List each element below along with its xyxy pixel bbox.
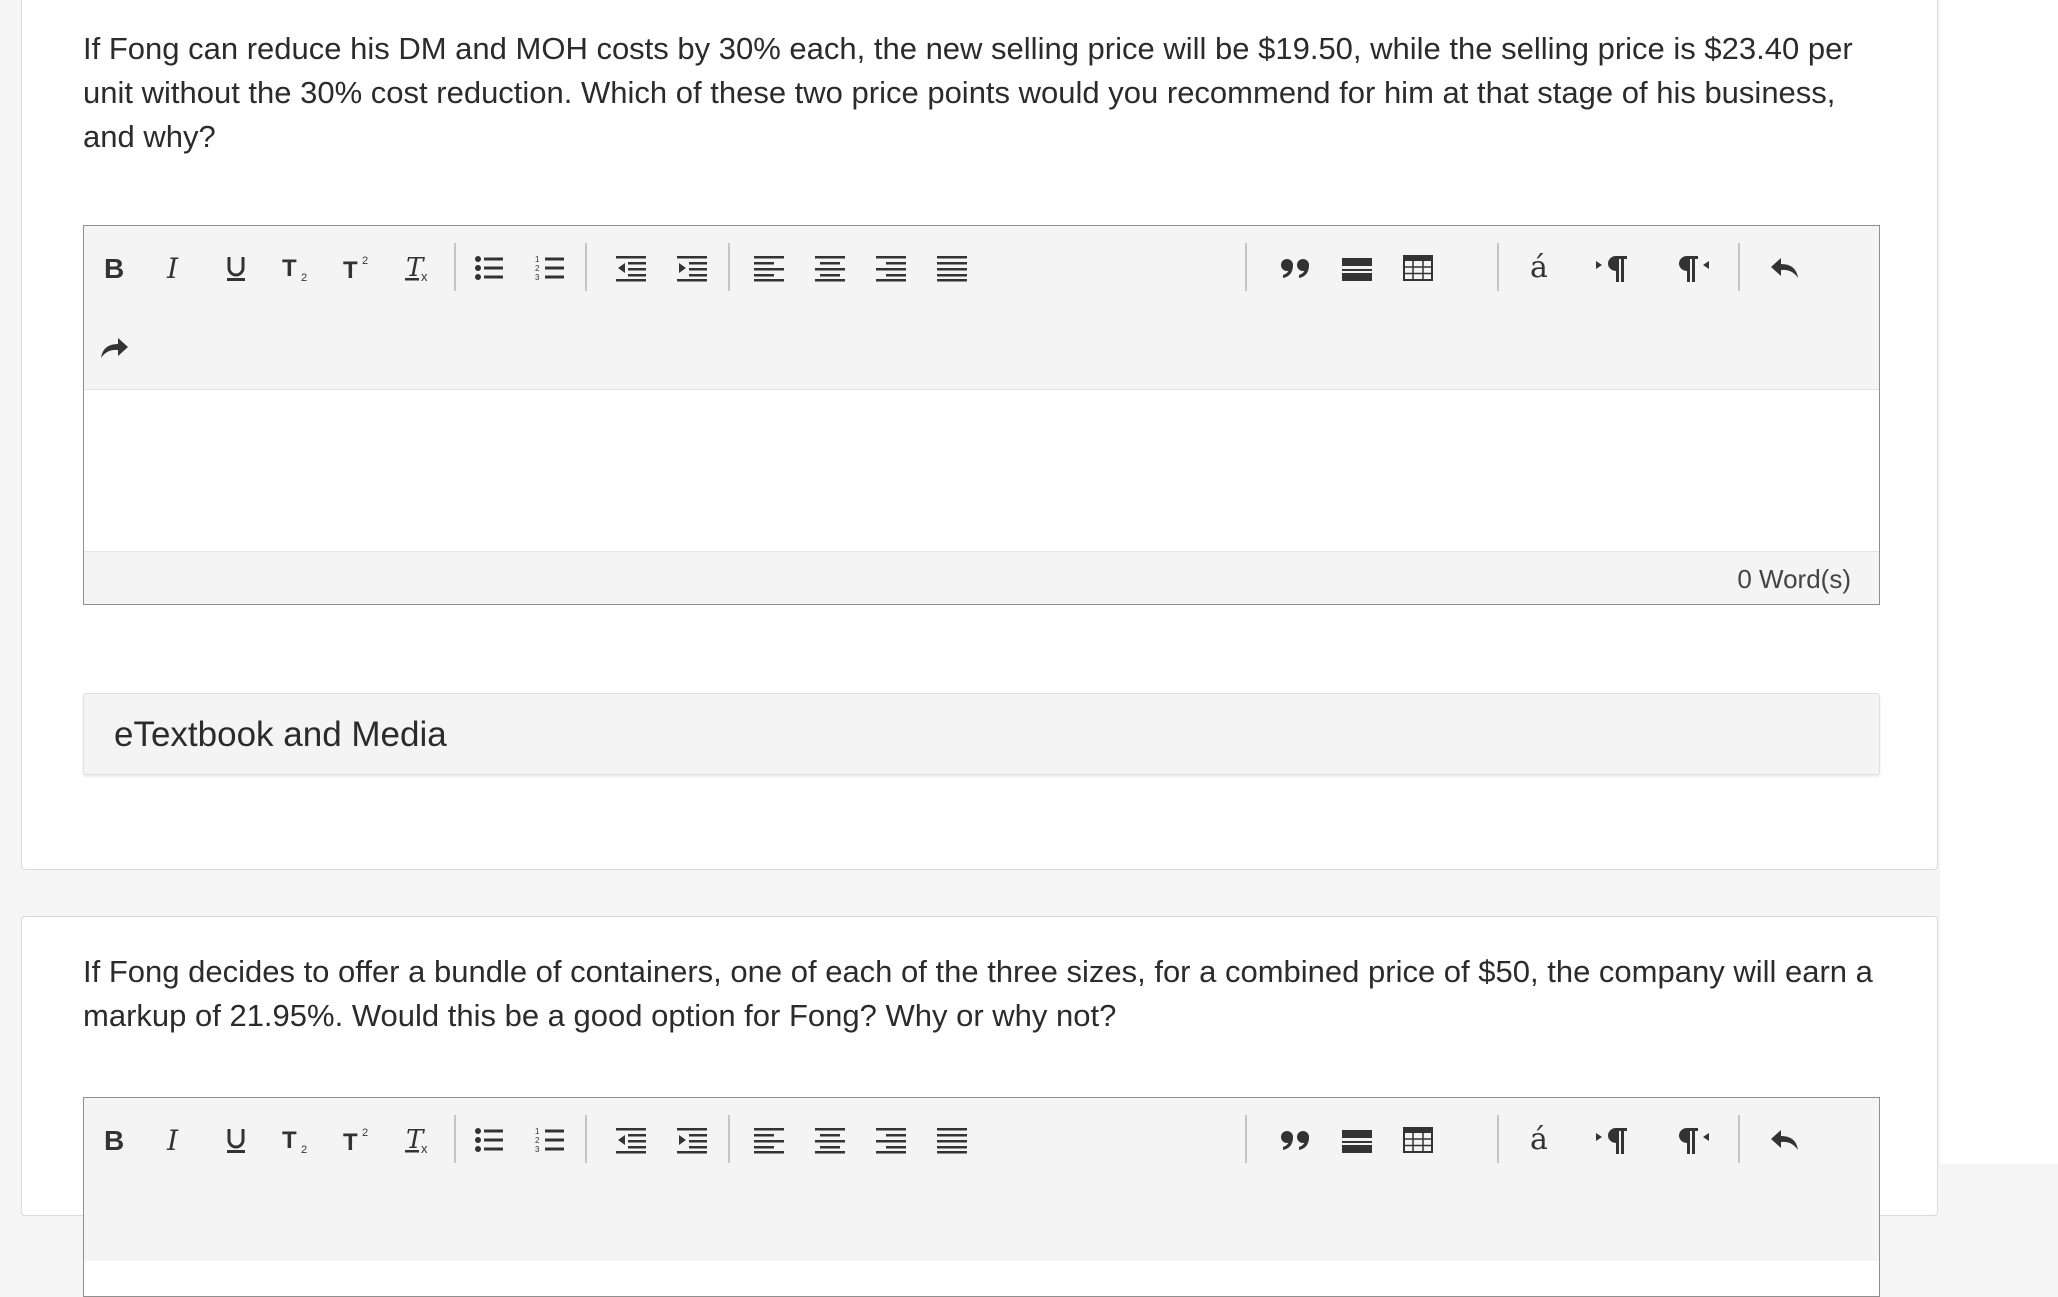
toolbar-separator [1497, 1115, 1499, 1163]
question-text: If Fong decides to offer a bundle of con… [83, 954, 1873, 1033]
svg-text:2: 2 [535, 1136, 540, 1145]
superscript-icon[interactable]: T2 [328, 238, 388, 298]
clear-format-icon[interactable]: Tx [389, 238, 449, 298]
toolbar-separator [1245, 243, 1247, 291]
clear-format-icon[interactable]: Tx [389, 1110, 449, 1170]
table-icon[interactable] [1388, 238, 1448, 298]
align-right-icon[interactable] [861, 1110, 921, 1170]
svg-text:2: 2 [301, 1144, 307, 1154]
svg-text:2: 2 [535, 264, 540, 273]
toolbar-separator [585, 1115, 587, 1163]
special-character-icon[interactable]: á [1509, 238, 1569, 298]
toolbar-separator [585, 243, 587, 291]
etextbook-media-link[interactable]: eTextbook and Media [83, 693, 1880, 775]
toolbar-separator [454, 243, 456, 291]
italic-icon[interactable]: I [145, 238, 205, 298]
subscript-icon[interactable]: T2 [267, 1110, 327, 1170]
align-center-icon[interactable] [800, 238, 860, 298]
rich-text-editor[interactable]: B I T2 T2 Tx 123 [83, 225, 1880, 605]
blockquote-icon[interactable] [1266, 238, 1326, 298]
table-icon[interactable] [1388, 1110, 1448, 1170]
media-link-label: eTextbook and Media [114, 715, 447, 754]
ltr-icon[interactable] [1583, 238, 1643, 298]
bullet-list-icon[interactable] [459, 1110, 519, 1170]
blockquote-icon[interactable] [1266, 1110, 1326, 1170]
svg-text:T: T [343, 257, 358, 282]
italic-icon[interactable]: I [145, 1110, 205, 1170]
align-left-icon[interactable] [739, 1110, 799, 1170]
question-text: If Fong can reduce his DM and MOH costs … [83, 31, 1853, 154]
rtl-icon[interactable] [1664, 1110, 1724, 1170]
numbered-list-icon[interactable]: 123 [520, 238, 580, 298]
svg-text:1: 1 [535, 1127, 540, 1136]
toolbar-separator [454, 1115, 456, 1163]
underline-icon[interactable] [206, 238, 266, 298]
svg-text:I: I [166, 255, 179, 281]
indent-icon[interactable] [662, 238, 722, 298]
align-justify-icon[interactable] [922, 1110, 982, 1170]
svg-text:B: B [104, 255, 124, 281]
bullet-list-icon[interactable] [459, 238, 519, 298]
bold-icon[interactable]: B [84, 1110, 144, 1170]
toolbar-separator [1738, 243, 1740, 291]
svg-text:B: B [104, 1127, 124, 1153]
ltr-icon[interactable] [1583, 1110, 1643, 1170]
editor-toolbar: B I T2 T2 Tx 123 á [84, 226, 1879, 390]
toolbar-separator [728, 243, 730, 291]
special-character-icon[interactable]: á [1509, 1110, 1569, 1170]
svg-text:T: T [282, 255, 297, 282]
question-card-1: If Fong can reduce his DM and MOH costs … [21, 0, 1938, 870]
align-right-icon[interactable] [861, 238, 921, 298]
subscript-icon[interactable]: T2 [267, 238, 327, 298]
svg-text:2: 2 [362, 1127, 368, 1139]
horizontal-rule-icon[interactable] [1327, 1110, 1387, 1170]
svg-text:T: T [282, 1127, 297, 1154]
undo-icon[interactable] [1755, 1110, 1815, 1170]
svg-text:2: 2 [362, 255, 368, 267]
editor-status-bar: 0 Word(s) [84, 551, 1879, 604]
svg-text:T: T [343, 1129, 358, 1154]
svg-text:I: I [166, 1127, 179, 1153]
toolbar-separator [1738, 1115, 1740, 1163]
rich-text-editor[interactable]: B I T2 T2 Tx 123 [83, 1097, 1880, 1297]
underline-icon[interactable] [206, 1110, 266, 1170]
outdent-icon[interactable] [601, 1110, 661, 1170]
undo-icon[interactable] [1755, 238, 1815, 298]
editor-toolbar: B I T2 T2 Tx 123 á [84, 1098, 1879, 1261]
superscript-icon[interactable]: T2 [328, 1110, 388, 1170]
outdent-icon[interactable] [601, 238, 661, 298]
svg-text:1: 1 [535, 255, 540, 264]
svg-text:3: 3 [535, 1145, 540, 1154]
toolbar-separator [1497, 243, 1499, 291]
question-card-2: If Fong decides to offer a bundle of con… [21, 916, 1938, 1297]
svg-text:x: x [421, 1141, 428, 1155]
align-left-icon[interactable] [739, 238, 799, 298]
toolbar-separator [1245, 1115, 1247, 1163]
svg-text:3: 3 [535, 273, 540, 282]
indent-icon[interactable] [662, 1110, 722, 1170]
page-margin [1940, 0, 2058, 1164]
numbered-list-icon[interactable]: 123 [520, 1110, 580, 1170]
align-center-icon[interactable] [800, 1110, 860, 1170]
svg-text:x: x [421, 269, 428, 283]
word-count: 0 Word(s) [1737, 564, 1851, 594]
align-justify-icon[interactable] [922, 238, 982, 298]
horizontal-rule-icon[interactable] [1327, 238, 1387, 298]
rtl-icon[interactable] [1664, 238, 1724, 298]
bold-icon[interactable]: B [84, 238, 144, 298]
answer-text-area[interactable] [84, 390, 1879, 554]
toolbar-separator [728, 1115, 730, 1163]
redo-icon[interactable] [84, 318, 144, 378]
svg-text:2: 2 [301, 272, 307, 282]
